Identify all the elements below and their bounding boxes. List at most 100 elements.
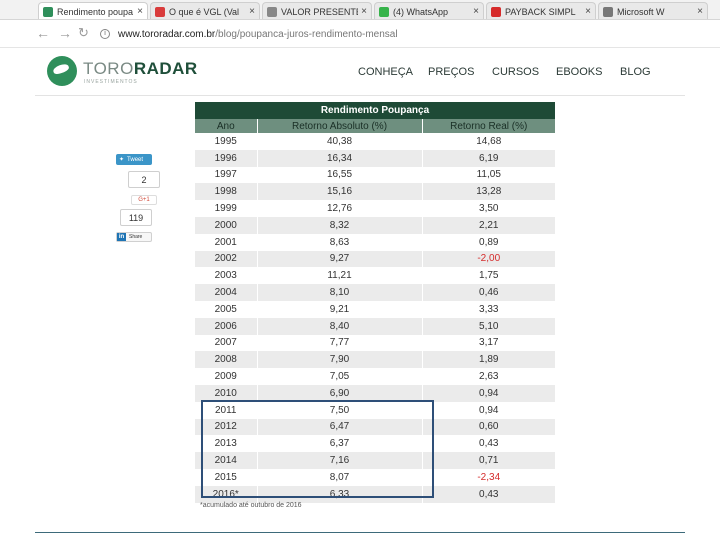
tab-favicon-icon <box>603 6 613 17</box>
nav-cursos[interactable]: CURSOS <box>492 66 539 78</box>
table-row: 1998 15,16 13,28 <box>195 183 555 201</box>
nav-precos[interactable]: PREÇOS <box>428 66 474 78</box>
cell-absolute-return: 8,63 <box>256 233 422 251</box>
cell-year: 2009 <box>195 368 257 385</box>
table-row: 2012 6,47 0,60 <box>195 418 555 436</box>
site-logo[interactable]: TORORADAR <box>83 59 198 79</box>
url-host: www.tororadar.com.br <box>118 28 216 40</box>
browser-tab[interactable]: (4) WhatsApp × <box>374 2 484 19</box>
cell-absolute-return: 40,38 <box>256 133 422 150</box>
tab-close-icon[interactable]: × <box>697 6 703 17</box>
tab-favicon-icon <box>155 6 165 17</box>
cell-absolute-return: 6,90 <box>256 384 422 402</box>
cell-real-return: 3,33 <box>421 300 555 318</box>
table-row: 1996 16,34 6,19 <box>195 149 555 167</box>
url-field[interactable]: i www.tororadar.com.br/blog/poupanca-jur… <box>100 26 700 42</box>
gplus-button[interactable]: G+1 <box>131 195 157 205</box>
tab-favicon-icon <box>379 6 389 17</box>
table-row: 2009 7,05 2,63 <box>195 368 555 385</box>
cell-absolute-return: 8,07 <box>256 468 422 486</box>
back-arrow-icon[interactable]: ← <box>36 25 50 41</box>
linkedin-share-label: Share <box>129 234 143 240</box>
browser-tab[interactable]: O que é VGL (Val × <box>150 2 260 19</box>
cell-real-return: 5,10 <box>421 317 555 335</box>
tab-title: Microsoft W <box>617 6 665 17</box>
tororadar-logo-icon[interactable] <box>47 56 77 86</box>
cell-absolute-return: 8,32 <box>256 216 422 234</box>
tab-favicon-icon <box>491 6 501 17</box>
cell-real-return: 1,89 <box>421 351 555 369</box>
cell-absolute-return: 9,27 <box>256 250 422 268</box>
tab-title: Rendimento poupa <box>57 6 134 17</box>
tab-close-icon[interactable]: × <box>361 6 367 17</box>
table-row: 2002 9,27 -2,00 <box>195 250 555 268</box>
cell-year: 2001 <box>195 233 257 251</box>
cell-year: 2007 <box>195 334 257 352</box>
cell-year: 2008 <box>195 351 257 369</box>
cell-real-return: 2,21 <box>421 216 555 234</box>
tab-close-icon[interactable]: × <box>585 6 591 17</box>
cell-absolute-return: 8,10 <box>256 284 422 301</box>
table-row: 2003 11,21 1,75 <box>195 267 555 285</box>
tab-close-icon[interactable]: × <box>137 6 143 17</box>
cell-year: 2006 <box>195 317 257 335</box>
table-row: 1999 12,76 3,50 <box>195 200 555 217</box>
cell-absolute-return: 6,33 <box>256 485 422 503</box>
cell-year: 2000 <box>195 216 257 234</box>
tab-close-icon[interactable]: × <box>473 6 479 17</box>
cell-real-return: 1,75 <box>421 267 555 285</box>
cell-year: 1996 <box>195 149 257 167</box>
browser-tab[interactable]: PAYBACK SIMPL × <box>486 2 596 19</box>
nav-conheca[interactable]: CONHEÇA <box>358 66 413 78</box>
cell-real-return: -2,34 <box>421 468 555 486</box>
cell-year: 2002 <box>195 250 257 268</box>
cell-absolute-return: 16,34 <box>256 149 422 167</box>
table-row: 2001 8,63 0,89 <box>195 233 555 251</box>
reload-icon[interactable]: ↻ <box>78 25 89 41</box>
header-year: Ano <box>195 119 257 133</box>
cell-real-return: 0,60 <box>421 418 555 436</box>
cell-absolute-return: 8,40 <box>256 317 422 335</box>
cell-year: 2012 <box>195 418 257 436</box>
forward-arrow-icon[interactable]: → <box>58 25 72 41</box>
cell-year: 2004 <box>195 284 257 301</box>
twitter-bird-icon: ✦ <box>119 157 125 163</box>
cell-real-return: 3,50 <box>421 200 555 217</box>
cell-year: 1995 <box>195 133 257 150</box>
info-icon[interactable]: i <box>100 29 110 39</box>
cell-real-return: 0,46 <box>421 284 555 301</box>
table-row: 2010 6,90 0,94 <box>195 384 555 402</box>
cell-real-return: 0,43 <box>421 435 555 453</box>
browser-tab[interactable]: Microsoft W × <box>598 2 708 19</box>
browser-tab[interactable]: Rendimento poupa × <box>38 2 148 19</box>
table-row: 2016* 6,33 0,43 <box>195 485 555 503</box>
cell-absolute-return: 6,47 <box>256 418 422 436</box>
cell-year: 2010 <box>195 384 257 402</box>
table-row: 2011 7,50 0,94 <box>195 401 555 419</box>
linkedin-share-button[interactable]: in Share <box>116 232 152 242</box>
browser-tab[interactable]: VALOR PRESENTE × <box>262 2 372 19</box>
cell-real-return: 2,63 <box>421 368 555 385</box>
table-footnote: *acumulado até outubro de 2016 <box>200 502 302 509</box>
cell-year: 2014 <box>195 452 257 469</box>
cell-absolute-return: 7,16 <box>256 452 422 469</box>
tab-close-icon[interactable]: × <box>249 6 255 17</box>
tab-title: (4) WhatsApp <box>393 6 449 17</box>
table-row: 1995 40,38 14,68 <box>195 133 555 150</box>
tab-title: PAYBACK SIMPL <box>505 6 576 17</box>
header-absolute-return: Retorno Absoluto (%) <box>256 119 422 133</box>
cell-year: 1999 <box>195 200 257 217</box>
cell-real-return: 0,94 <box>421 384 555 402</box>
site-header: TORORADAR INVESTIMENTOS CONHEÇA PREÇOS C… <box>35 50 685 96</box>
table-title: Rendimento Poupança <box>195 102 555 119</box>
cell-real-return: 0,89 <box>421 233 555 251</box>
logo-tagline: INVESTIMENTOS <box>84 79 138 85</box>
tab-favicon-icon <box>43 6 53 17</box>
nav-blog[interactable]: BLOG <box>620 66 651 78</box>
nav-ebooks[interactable]: EBOOKS <box>556 66 602 78</box>
cell-absolute-return: 15,16 <box>256 183 422 201</box>
cell-year: 2005 <box>195 300 257 318</box>
tweet-button[interactable]: ✦ Tweet <box>116 154 152 165</box>
cell-real-return: 0,71 <box>421 452 555 469</box>
footer-divider <box>35 532 685 533</box>
